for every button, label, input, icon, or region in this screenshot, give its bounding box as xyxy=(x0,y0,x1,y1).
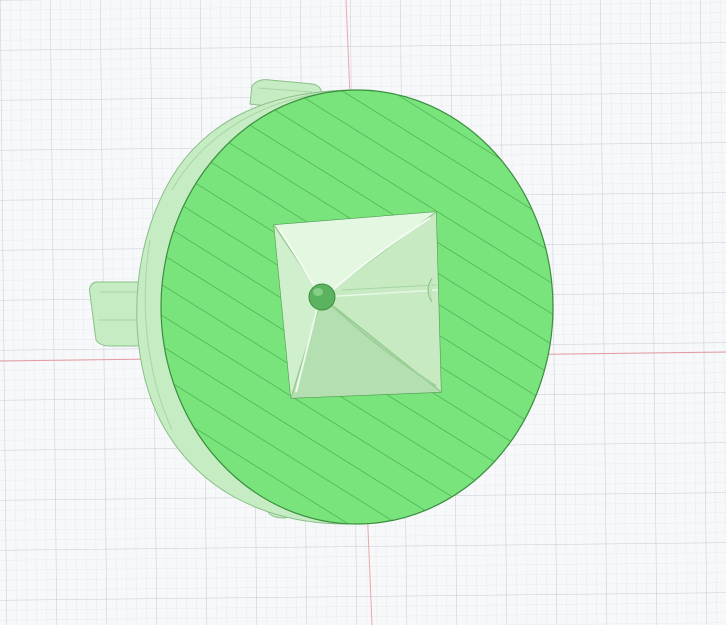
3d-viewport[interactable] xyxy=(0,0,726,625)
model-canvas[interactable] xyxy=(0,0,726,625)
center-ball[interactable] xyxy=(308,283,336,311)
square-cavity[interactable] xyxy=(273,211,442,399)
